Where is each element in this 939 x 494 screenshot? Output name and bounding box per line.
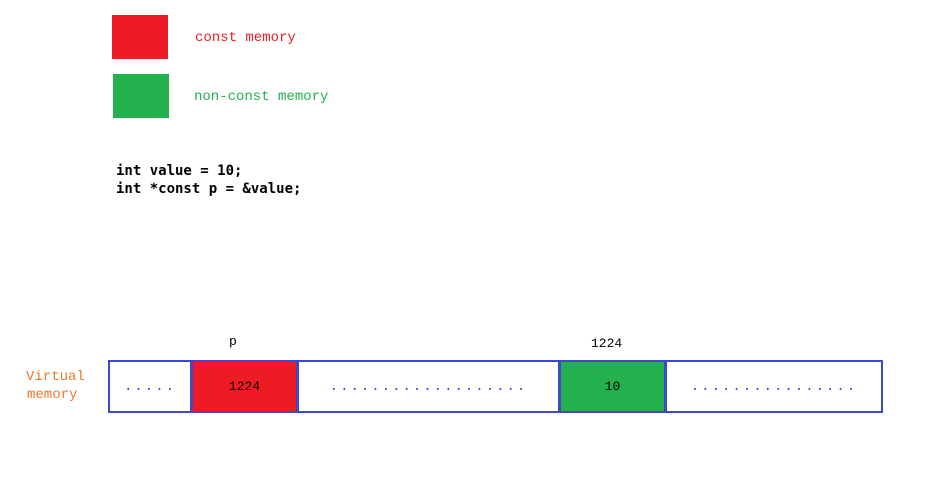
memory-cell-dots-right: ................ (664, 362, 881, 411)
memory-cell-dots-middle: ................... (296, 362, 558, 411)
const-memory-swatch (112, 15, 168, 59)
code-line-pointer: int *const p = &value; (116, 181, 302, 197)
const-memory-label: const memory (195, 30, 296, 46)
virtual-memory-label-line2: memory (27, 387, 78, 403)
virtual-memory-label: Virtual memory (26, 368, 85, 404)
address-1224-label: 1224 (591, 336, 623, 351)
nonconst-memory-swatch (113, 74, 169, 118)
memory-cell-value: 10 (558, 362, 664, 411)
pointer-p-label: p (229, 334, 237, 349)
memory-cell-dots-left: ..... (123, 378, 176, 395)
memory-strip: ..... 1224 ................... 10 ......… (108, 360, 883, 413)
memory-cell-pointer-p: 1224 (190, 362, 296, 411)
virtual-memory-label-line1: Virtual (26, 369, 85, 385)
code-line-value: int value = 10; (116, 163, 243, 179)
nonconst-memory-label: non-const memory (194, 89, 329, 105)
